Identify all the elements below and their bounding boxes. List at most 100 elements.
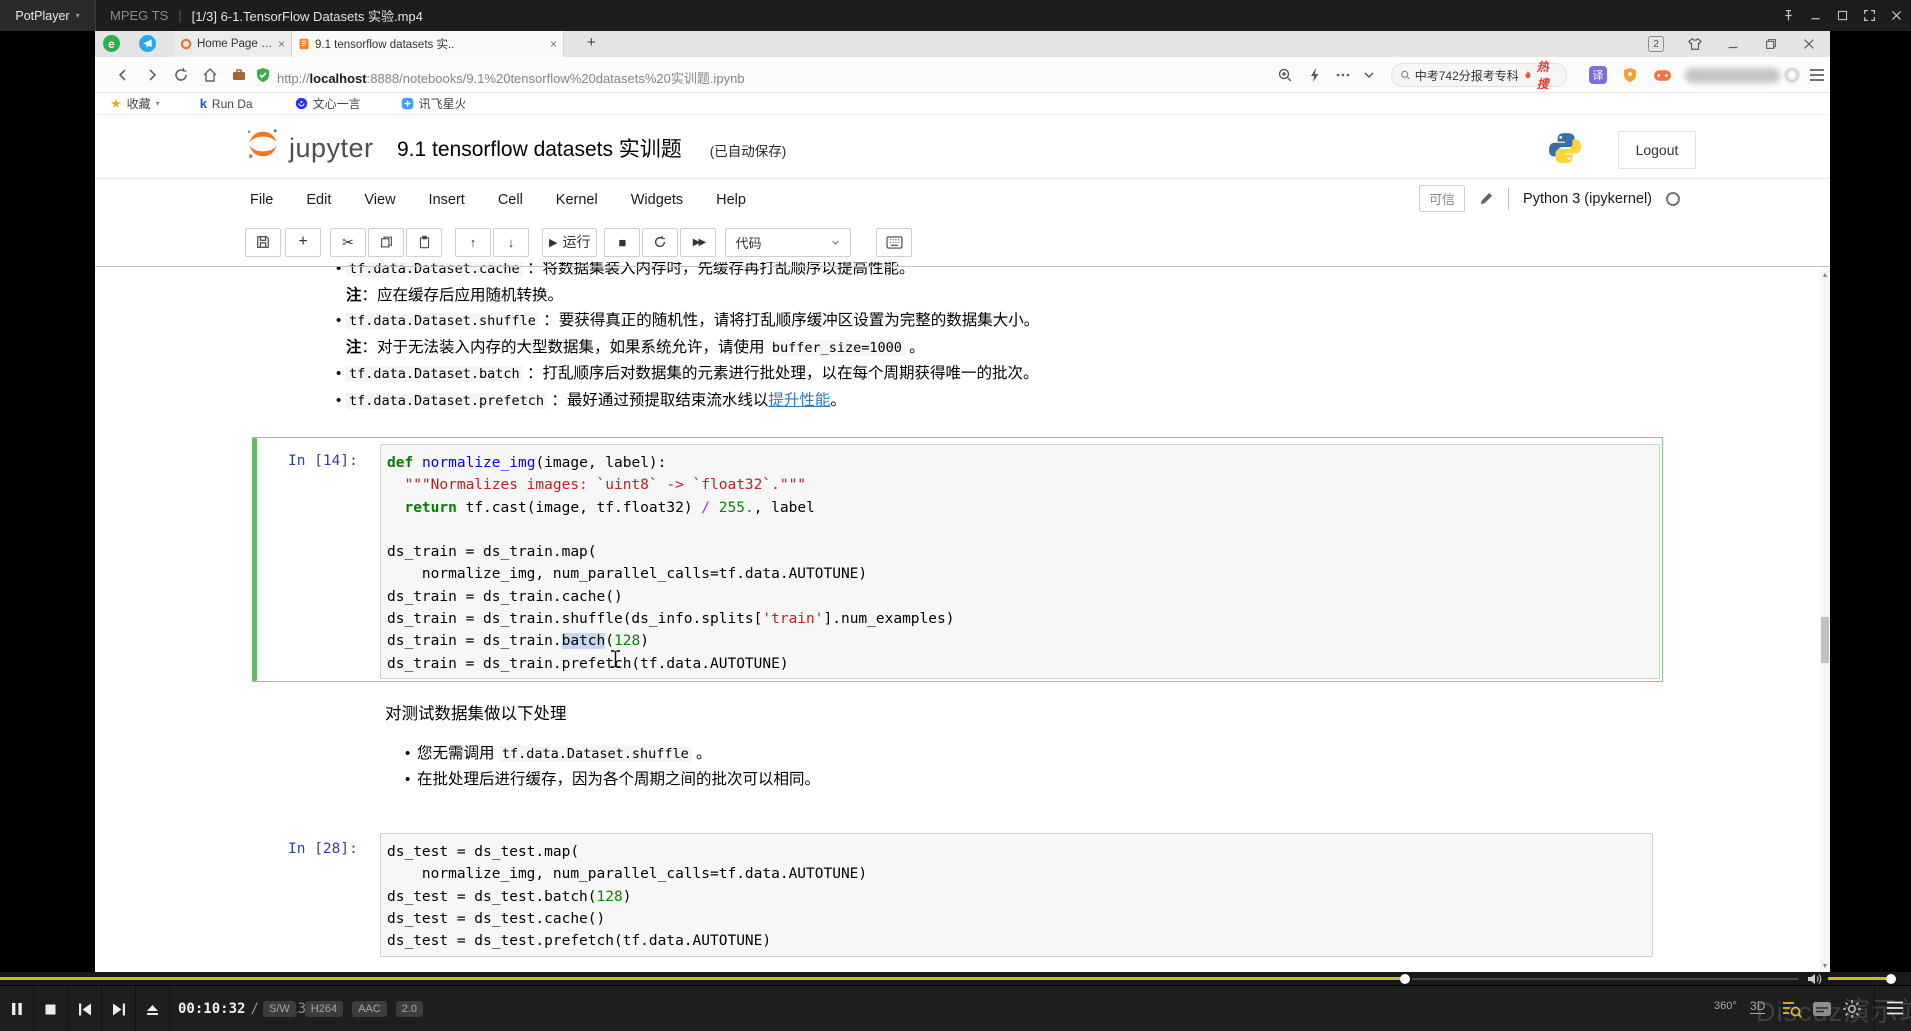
browser-restore-icon[interactable] (1764, 37, 1778, 51)
pin-icon[interactable] (1782, 9, 1795, 22)
seek-bar-remaining[interactable] (1412, 978, 1798, 980)
skin-icon[interactable] (1688, 37, 1702, 51)
seek-bar-played[interactable] (0, 977, 1402, 980)
bookmark-xinghuo[interactable]: 讯飞星火 (401, 95, 465, 112)
hot-search-box[interactable]: 中考742分报考专科 热搜 (1391, 63, 1567, 87)
menu-cell[interactable]: Cell (498, 192, 523, 208)
stop-button[interactable] (34, 986, 68, 1031)
notebook-title[interactable]: 9.1 tensorflow datasets 实训题 (397, 133, 682, 163)
send-icon[interactable] (139, 35, 156, 52)
kernel-status-icon (1666, 192, 1680, 206)
potplayer-menu-button[interactable]: PotPlayer ▾ (0, 0, 96, 31)
menu-file[interactable]: File (250, 192, 273, 208)
home-icon[interactable] (202, 67, 218, 83)
menu-insert[interactable]: Insert (429, 192, 465, 208)
tab-count-badge[interactable]: 2 (1648, 36, 1664, 52)
move-cell-up-button[interactable]: ↑ (455, 228, 491, 257)
close-icon[interactable] (1890, 9, 1903, 22)
scroll-down-icon[interactable]: ▼ (1821, 963, 1829, 970)
browser-close-icon[interactable] (1802, 37, 1816, 51)
edit-pencil-icon[interactable] (1479, 191, 1494, 206)
translate-badge-icon[interactable]: 译 (1589, 66, 1607, 84)
next-button[interactable] (102, 986, 136, 1031)
zoom-icon[interactable] (1277, 67, 1293, 83)
chevron-down-icon: ▾ (76, 11, 80, 20)
potplayer-now-playing: MPEG TS | [1/3] 6-1.TensorFlow Datasets … (110, 0, 423, 31)
bookmark-yiyan[interactable]: 文心一言 (295, 95, 361, 112)
avatar[interactable] (1785, 68, 1799, 82)
workspace-icon[interactable] (231, 67, 247, 83)
url-text[interactable]: http://localhost:8888/notebooks/9.1%20te… (277, 68, 745, 87)
code-line: ds_train = ds_train.prefetch(tf.data.AUT… (387, 653, 1653, 675)
search-icon (1400, 69, 1411, 81)
previous-button[interactable] (68, 986, 102, 1031)
tab-close-icon[interactable]: × (278, 38, 285, 50)
bookmark-run[interactable]: k Run Da (200, 96, 253, 111)
account-name-blurred[interactable] (1685, 68, 1780, 83)
move-cell-down-button[interactable]: ↓ (493, 228, 529, 257)
cut-button[interactable]: ✂ (330, 228, 366, 257)
browser-minimize-icon[interactable] (1726, 37, 1740, 51)
bookmark-favorites[interactable]: ★ 收藏 ▾ (110, 95, 160, 112)
settings-gear-icon[interactable] (1842, 999, 1862, 1019)
text-token[interactable]: 提升性能 (768, 392, 830, 409)
selected-cell-bar (252, 438, 257, 681)
copy-button[interactable] (368, 228, 404, 257)
menu-view[interactable]: View (364, 192, 395, 208)
reload-icon[interactable] (173, 67, 189, 83)
text-token: 'train' (762, 611, 823, 627)
paste-button[interactable] (406, 228, 442, 257)
volume-handle[interactable] (1886, 974, 1896, 984)
code-cell-train[interactable]: In [14]: def normalize_img(image, label)… (252, 437, 1663, 682)
save-button[interactable] (245, 228, 281, 257)
menu-kernel[interactable]: Kernel (556, 192, 598, 208)
menu-help[interactable]: Help (716, 192, 746, 208)
stop-button[interactable]: ■ (604, 228, 640, 257)
playlist-menu-icon[interactable] (1886, 1000, 1904, 1016)
fullscreen-icon[interactable] (1863, 9, 1876, 22)
vr-360-button[interactable]: 360° (1714, 1000, 1737, 1012)
forward-icon[interactable] (144, 67, 160, 83)
back-icon[interactable] (115, 67, 131, 83)
tab-notebook[interactable]: 9.1 tensorflow datasets 实.. × (292, 31, 564, 57)
code-cell-test[interactable]: In [28]: ds_test = ds_test.map( normaliz… (252, 830, 1663, 960)
playlist-search-icon[interactable] (1782, 999, 1802, 1019)
jupyter-logo[interactable]: jupyter (245, 126, 374, 162)
page-scrollbar[interactable]: ▲ ▼ (1820, 270, 1830, 972)
cell-type-select[interactable]: 代码 (725, 228, 851, 257)
kernel-name[interactable]: Python 3 (ipykernel) (1523, 191, 1652, 207)
markdown-line: 注：对于无法装入内存的大型数据集，如果系统允许，请使用 buffer_size=… (316, 335, 1039, 362)
eject-button[interactable] (136, 986, 170, 1031)
menu-widgets[interactable]: Widgets (631, 192, 683, 208)
restart-kernel-button[interactable] (642, 228, 678, 257)
seek-handle[interactable] (1400, 974, 1410, 984)
restart-run-all-button[interactable]: ▶▶ (680, 228, 716, 257)
volume-bar[interactable] (1828, 977, 1886, 980)
browser-logo-icon[interactable]: e (103, 35, 120, 52)
safety-badge-icon[interactable] (1621, 66, 1639, 84)
code-input-area[interactable]: def normalize_img(image, label): """Norm… (380, 444, 1660, 679)
minimize-icon[interactable] (1809, 9, 1822, 22)
add-cell-button[interactable]: + (285, 228, 321, 257)
command-palette-button[interactable] (876, 228, 912, 257)
markdown-cell-intro: tf.data.Dataset.cache ：将数据集装入内存时，先缓存再打乱顺… (316, 256, 1039, 415)
browser-menu-icon[interactable] (1809, 68, 1825, 82)
tab-home-page[interactable]: Home Page - Select or cre × (174, 31, 292, 57)
tab-close-icon[interactable]: × (550, 38, 557, 50)
logout-button[interactable]: Logout (1618, 131, 1696, 169)
video-3d-button[interactable]: 3D (1750, 999, 1765, 1014)
new-tab-button[interactable]: + (587, 34, 596, 51)
pause-button[interactable] (0, 986, 34, 1031)
scroll-up-icon[interactable]: ▲ (1821, 272, 1829, 279)
security-shield-icon[interactable] (255, 67, 271, 83)
run-button[interactable]: ▶ 运行 (542, 228, 597, 257)
menu-edit[interactable]: Edit (306, 192, 331, 208)
chevron-down-icon[interactable] (1361, 67, 1377, 83)
more-dots-icon[interactable] (1335, 67, 1351, 83)
flash-icon[interactable] (1307, 67, 1323, 83)
code-input-area[interactable]: ds_test = ds_test.map( normalize_img, nu… (380, 833, 1653, 957)
maximize-icon[interactable] (1836, 9, 1849, 22)
games-badge-icon[interactable] (1653, 66, 1671, 84)
scrollbar-thumb[interactable] (1821, 617, 1829, 663)
subtitle-icon[interactable] (1812, 999, 1832, 1019)
